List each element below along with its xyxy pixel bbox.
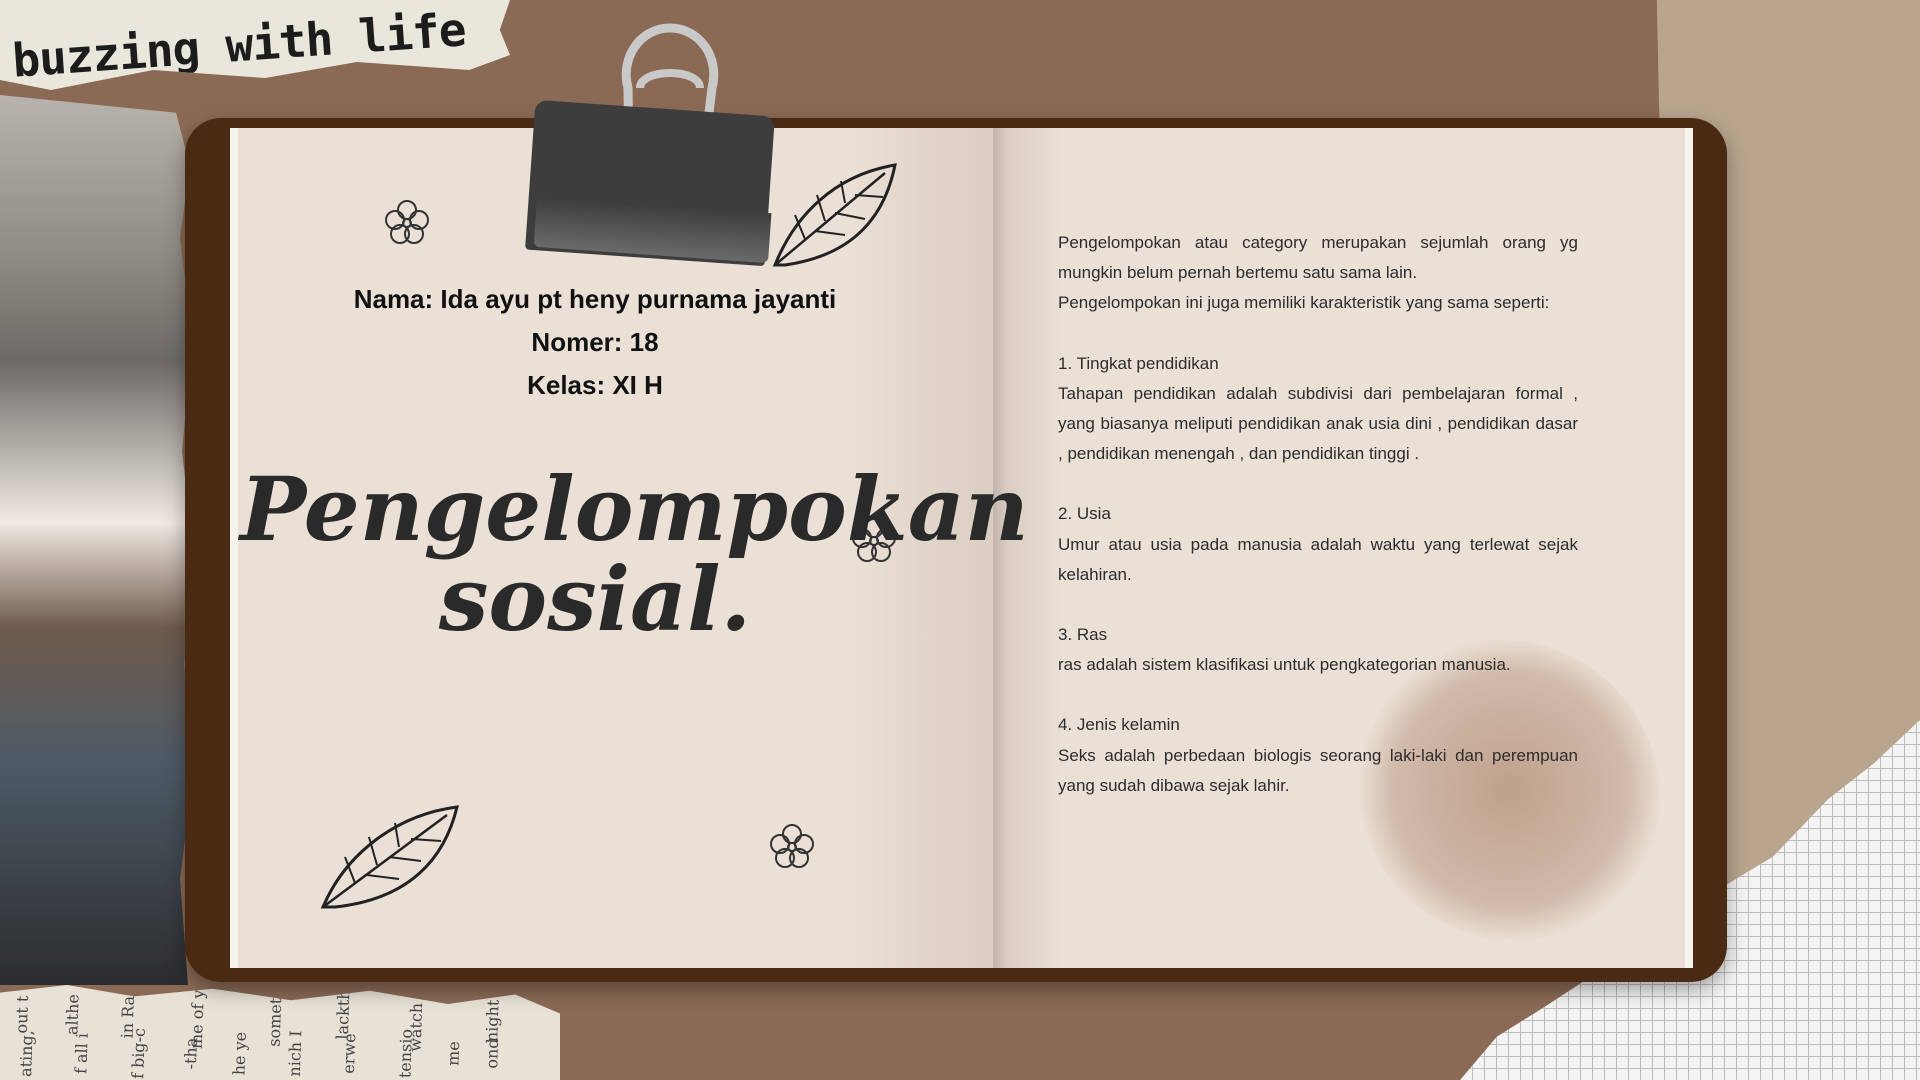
student-number: Nomer: 18 bbox=[531, 327, 659, 357]
newspaper-word: he ye bbox=[229, 1031, 250, 1076]
newspaper-word: erwe bbox=[339, 1033, 360, 1074]
section-body: Umur atau usia pada manusia adalah waktu… bbox=[1058, 534, 1578, 584]
page-title-line1: Pengelompokan bbox=[240, 457, 1029, 561]
content-body: Pengelompokan atau category merupakan se… bbox=[1058, 228, 1578, 801]
newspaper-word: somethi bbox=[264, 985, 286, 1047]
flower-icon bbox=[770, 824, 814, 868]
leaf-icon bbox=[320, 805, 459, 909]
page-title-line2: sosial. bbox=[438, 547, 752, 651]
section-body: ras adalah sistem klasifikasi untuk peng… bbox=[1058, 655, 1511, 675]
newspaper-word: althe bbox=[62, 993, 83, 1036]
newspaper-scrap: out t althe in Rai me of ye somethi lack… bbox=[0, 985, 560, 1080]
newspaper-word: me bbox=[443, 1040, 464, 1067]
leaf-icon bbox=[772, 163, 897, 267]
newspaper-word: night r bbox=[481, 986, 503, 1043]
flower-icon bbox=[385, 200, 429, 244]
newspaper-word: tensio bbox=[395, 1028, 416, 1079]
section-body: Seks adalah perbedaan biologis seorang l… bbox=[1058, 745, 1578, 795]
tape-label: buzzing with life bbox=[0, 0, 510, 90]
newspaper-word: out t bbox=[11, 995, 33, 1034]
city-photo-collage bbox=[0, 95, 194, 985]
newspaper-word: nich I bbox=[284, 1030, 306, 1077]
newspaper-word: f big-c bbox=[127, 1027, 149, 1080]
intro-paragraph: Pengelompokan ini juga memiliki karakter… bbox=[1058, 293, 1550, 313]
section-heading: 4. Jenis kelamin bbox=[1058, 715, 1180, 735]
tape-label-text: buzzing with life bbox=[10, 2, 468, 88]
newspaper-word: f all i bbox=[71, 1032, 92, 1075]
newspaper-word: ating, bbox=[16, 1029, 37, 1078]
section-body: Tahapan pendidikan adalah subdivisi dari… bbox=[1058, 383, 1578, 464]
section-heading: 3. Ras bbox=[1058, 625, 1108, 645]
intro-paragraph: Pengelompokan atau category merupakan se… bbox=[1058, 233, 1578, 283]
student-name: Nama: Ida ayu pt heny purnama jayanti bbox=[353, 284, 837, 314]
section-heading: 2. Usia bbox=[1058, 504, 1111, 524]
newspaper-word: -tha bbox=[180, 1037, 201, 1070]
section-heading: 1. Tingkat pendidikan bbox=[1058, 353, 1219, 373]
student-class: Kelas: XI H bbox=[527, 370, 663, 400]
newspaper-word: ond bbox=[481, 1038, 502, 1069]
